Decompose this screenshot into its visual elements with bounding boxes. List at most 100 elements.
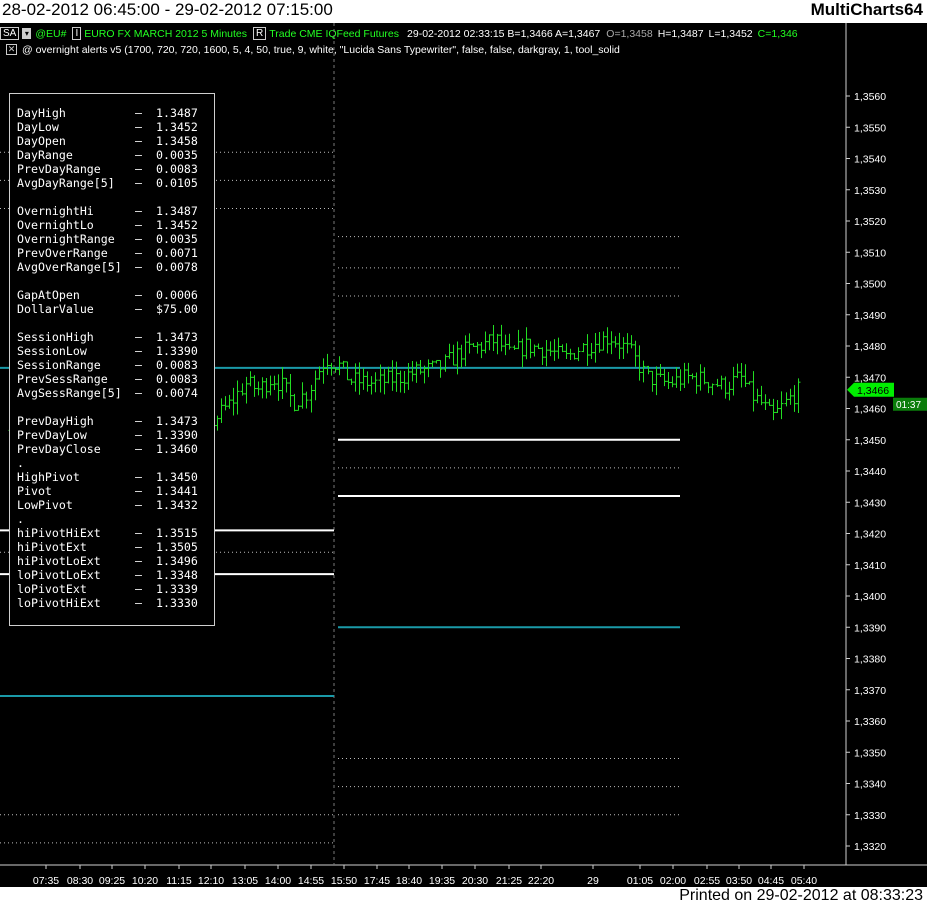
stat-dash: – [135, 134, 142, 148]
x-tick-label: 02:55 [694, 875, 720, 887]
stat-dash: – [135, 484, 142, 498]
stat-value: 1.3348 [156, 568, 198, 582]
ohlc-bar [483, 331, 488, 354]
stat-value: 1.3339 [156, 582, 198, 596]
stat-dash: – [135, 358, 142, 372]
ohlc-bar [747, 381, 752, 385]
ohlc-bar [662, 368, 667, 387]
stat-label: LowPivot [17, 498, 73, 512]
ohlc-bar [495, 333, 500, 355]
ohlc-bar [268, 375, 273, 396]
stat-label: OvernightRange [17, 232, 115, 246]
stat-dash: – [135, 498, 142, 512]
ohlc-bar [751, 371, 756, 412]
y-tick-label: 1,3530 [854, 185, 886, 197]
ohlc-bar [235, 380, 240, 415]
ohlc-bar [792, 385, 797, 412]
ohlc-bar [524, 327, 529, 360]
stat-value: 1.3452 [156, 218, 198, 232]
ohlc-bar [256, 381, 261, 396]
ohlc-bar [276, 374, 281, 401]
ohlc-bar [788, 388, 793, 405]
stat-dash: – [135, 568, 142, 582]
stat-label: PrevOverRange [17, 246, 108, 260]
y-tick-label: 1,3330 [854, 810, 886, 822]
ohlc-bar [459, 344, 464, 368]
ohlc-bar [731, 366, 736, 396]
ohlc-bar [240, 383, 245, 396]
ohlc-bar [637, 345, 642, 381]
ohlc-bar [670, 376, 675, 388]
stat-dash: – [135, 232, 142, 246]
ohlc-bar [512, 345, 517, 350]
last-price-marker: 1,3466 [847, 382, 894, 397]
ohlc-bar [304, 391, 309, 409]
stat-value: 1.3515 [156, 526, 198, 540]
stat-value: $75.00 [156, 302, 198, 316]
stat-dash: – [135, 582, 142, 596]
stat-label: OvernightHi [17, 204, 94, 218]
stat-value: 1.3452 [156, 120, 198, 134]
y-tick-label: 1,3340 [854, 779, 886, 791]
x-tick-label: 02:00 [660, 875, 686, 887]
ohlc-bar [386, 366, 391, 384]
y-tick-label: 1,3550 [854, 122, 886, 134]
ohlc-bar [402, 371, 407, 394]
y-tick-label: 1,3380 [854, 654, 886, 666]
stat-dash: – [135, 246, 142, 260]
ohlc-bar [617, 332, 622, 360]
y-tick-label: 1,3370 [854, 685, 886, 697]
ohlc-bar [581, 343, 586, 353]
stat-label: loPivotExt [17, 582, 87, 596]
ohlc-bar [568, 348, 573, 361]
ohlc-bar [337, 356, 342, 376]
y-tick-label: 1,3410 [854, 560, 886, 572]
ohlc-bar [390, 360, 395, 391]
stat-value: 1.3505 [156, 540, 198, 554]
ohlc-bar [532, 344, 537, 357]
ohlc-bar [373, 372, 378, 393]
ohlc-bar [309, 384, 314, 413]
ohlc-bar [520, 338, 525, 368]
y-tick-label: 1,3400 [854, 591, 886, 603]
stat-dash: – [135, 148, 142, 162]
stats-panel: DayHigh –1.3487 DayLow –1.3452 DayOpen –1.345… [9, 93, 215, 626]
ohlc-bar [219, 398, 224, 424]
ohlc-bar [507, 333, 512, 350]
ohlc-bar [544, 340, 549, 367]
ohlc-bar [641, 360, 646, 383]
stat-value: 0.0006 [156, 288, 198, 302]
ohlc-bar [779, 391, 784, 420]
stat-value: 1.3496 [156, 554, 198, 568]
ohlc-bar [394, 361, 399, 392]
ohlc-bar [434, 359, 439, 364]
stat-label: PrevDayRange [17, 162, 101, 176]
stat-label: . [17, 456, 24, 470]
ohlc-bar [755, 388, 760, 404]
ohlc-bar [443, 354, 448, 372]
stat-dash: – [135, 554, 142, 568]
x-tick-label: 21:25 [496, 875, 522, 887]
stat-label: hiPivotExt [17, 540, 87, 554]
ohlc-bar [564, 343, 569, 359]
ohlc-bar [723, 376, 728, 399]
stat-label: PrevSessRange [17, 372, 108, 386]
x-tick-label: 14:55 [298, 875, 324, 887]
ohlc-bar [674, 367, 679, 388]
stat-label: . [17, 512, 24, 526]
stat-label: loPivotLoExt [17, 568, 101, 582]
ohlc-bar [763, 394, 768, 411]
ohlc-bar [572, 353, 577, 360]
y-tick-label: 1,3360 [854, 716, 886, 728]
chart-area[interactable]: SA ▾ @EU# I EURO FX MARCH 2012 5 Minutes… [0, 23, 927, 887]
y-tick-label: 1,3540 [854, 154, 886, 166]
y-tick-label: 1,3390 [854, 622, 886, 634]
ohlc-bar [467, 333, 472, 354]
x-tick-label: 18:40 [396, 875, 422, 887]
ohlc-bar [463, 335, 468, 367]
ohlc-bar [248, 371, 253, 387]
stat-label: AvgOverRange[5] [17, 260, 122, 274]
y-tick-label: 1,3520 [854, 216, 886, 228]
ohlc-bar [650, 370, 655, 392]
ohlc-bar [487, 334, 492, 351]
